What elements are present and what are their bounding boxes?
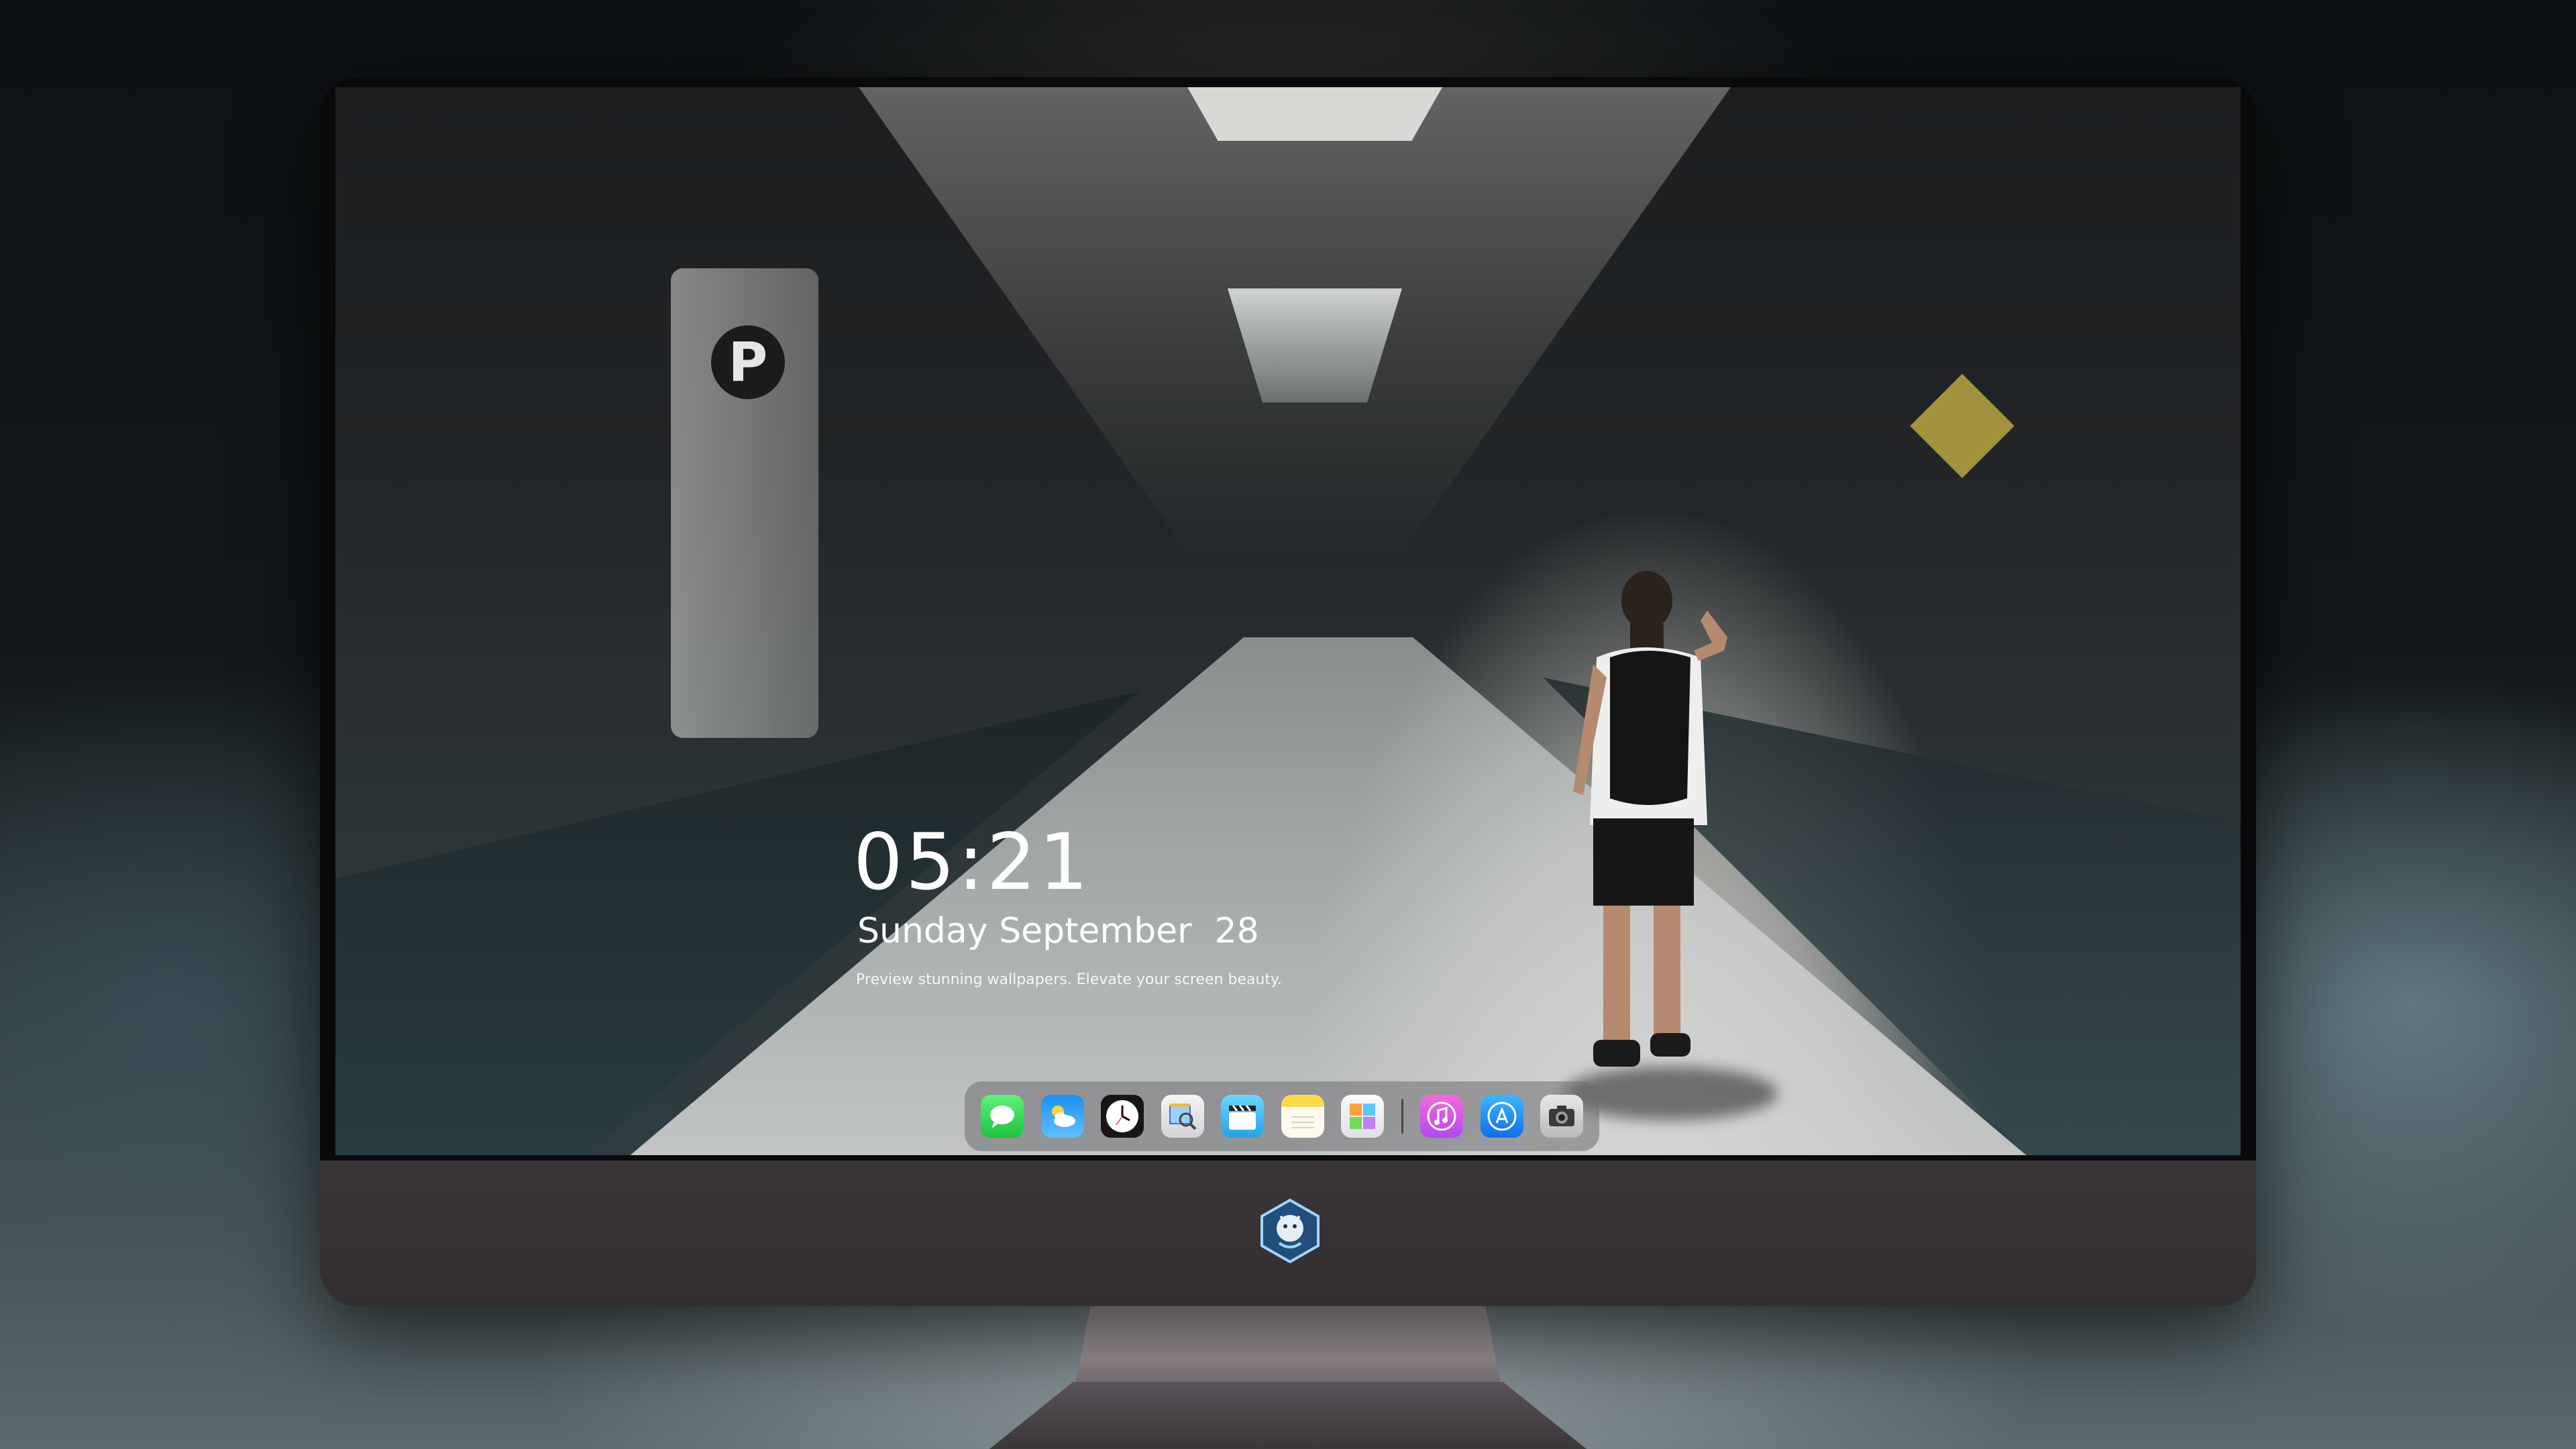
lock-date: Sunday September 28 <box>857 911 1259 951</box>
lock-date-weekday-month: Sunday September <box>857 911 1192 951</box>
notes-icon[interactable] <box>1281 1095 1324 1138</box>
brand-logo-icon <box>1260 1198 1320 1264</box>
monitor-stand-foot <box>989 1382 1587 1449</box>
preview-icon[interactable] <box>1161 1095 1204 1138</box>
camera-icon[interactable] <box>1540 1095 1583 1138</box>
clapperboard-icon <box>1229 1105 1256 1130</box>
wallpaper-person <box>1573 571 1727 1067</box>
photo-collage-icon <box>1350 1104 1375 1129</box>
clock-icon[interactable] <box>1101 1095 1144 1138</box>
clips-icon[interactable] <box>1221 1095 1264 1138</box>
camera-body-icon <box>1549 1106 1574 1126</box>
cloud-sun-icon <box>1051 1106 1075 1127</box>
dock <box>965 1081 1599 1151</box>
notepad-lines-icon <box>1291 1116 1314 1128</box>
speech-bubble-icon <box>990 1106 1014 1128</box>
weather-icon[interactable] <box>1040 1095 1084 1138</box>
lock-date-day: 28 <box>1214 911 1259 951</box>
lock-clock: 05:21 <box>853 817 1091 908</box>
lock-tagline: Preview stunning wallpapers. Elevate you… <box>856 971 1282 988</box>
itunes-icon[interactable] <box>1420 1095 1463 1138</box>
wallpaper-crossing-sign <box>1910 374 2015 478</box>
dock-divider <box>1401 1099 1403 1134</box>
wallpaper-parking-sign: P <box>711 325 785 399</box>
monitor-stand-neck <box>1073 1306 1503 1393</box>
wallpaper-skylight <box>1187 87 1442 141</box>
lock-screen: P 05:21 Sunday September 28 Preview stunn… <box>335 87 2241 1155</box>
app-store-icon[interactable] <box>1480 1095 1523 1138</box>
photos-icon[interactable] <box>1341 1095 1384 1138</box>
clock-face-icon <box>1106 1100 1138 1132</box>
app-store-a-icon <box>1487 1102 1516 1131</box>
music-note-icon <box>1427 1102 1456 1131</box>
monitor-chin <box>320 1161 2256 1306</box>
magnifier-photo-icon <box>1169 1104 1196 1130</box>
messages-icon[interactable] <box>981 1095 1024 1138</box>
